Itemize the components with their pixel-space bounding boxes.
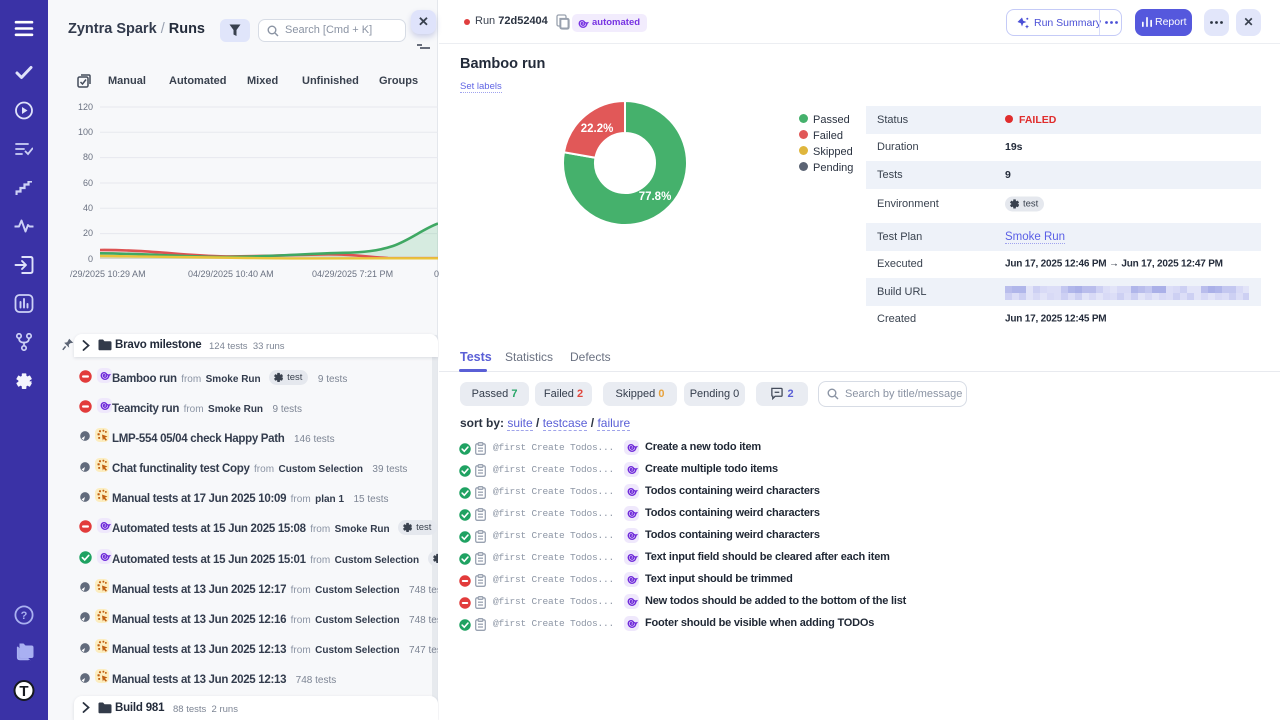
svg-text:77.8%: 77.8% [639,191,672,203]
svg-text:?: ? [21,610,28,622]
svg-text:22.2%: 22.2% [581,123,614,135]
